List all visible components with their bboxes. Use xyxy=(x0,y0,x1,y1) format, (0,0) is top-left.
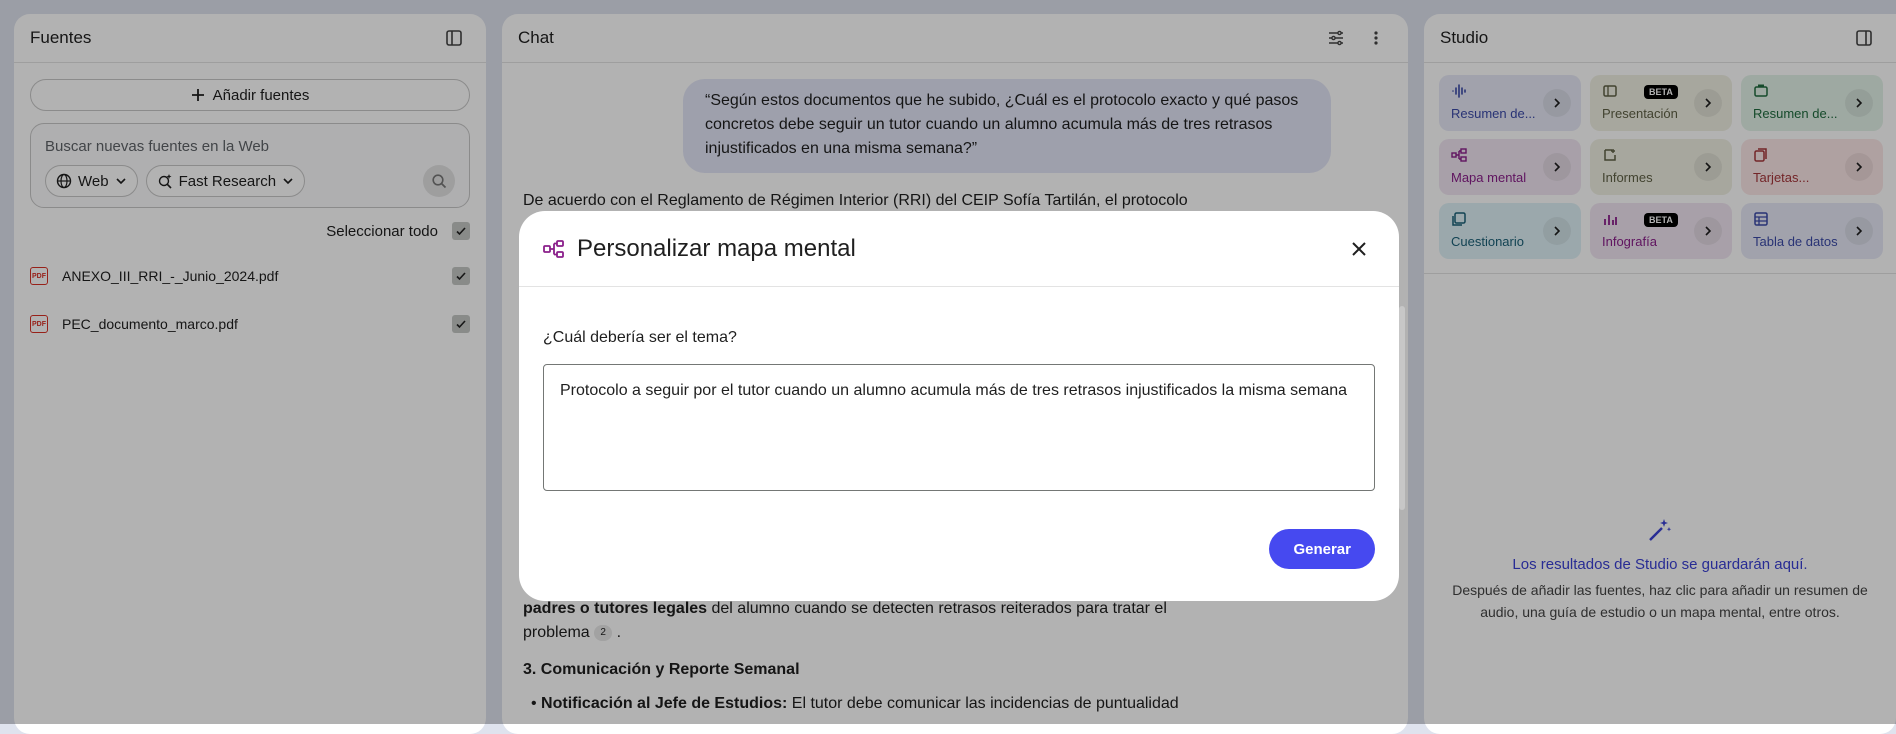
generate-button[interactable]: Generar xyxy=(1269,529,1375,569)
topic-textarea[interactable]: Protocolo a seguir por el tutor cuando u… xyxy=(543,364,1375,491)
mind-map-icon xyxy=(543,239,565,259)
dialog-title: Personalizar mapa mental xyxy=(577,234,856,262)
customize-mind-map-dialog: Personalizar mapa mental ¿Cuál debería s… xyxy=(519,211,1399,601)
topic-question-label: ¿Cuál debería ser el tema? xyxy=(543,329,737,346)
close-button[interactable] xyxy=(1343,233,1375,265)
chat-scrollbar[interactable] xyxy=(1399,306,1405,510)
dialog-header: Personalizar mapa mental xyxy=(519,211,1399,287)
close-icon xyxy=(1351,241,1367,257)
